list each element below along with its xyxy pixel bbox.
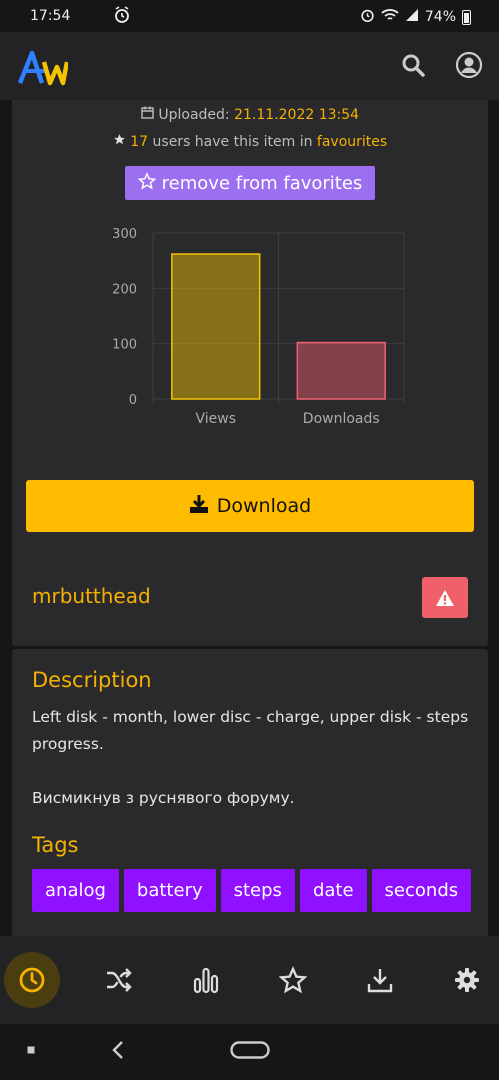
alarm-icon	[360, 7, 375, 27]
status-icons: 74%	[360, 7, 471, 27]
nav-downloads[interactable]	[352, 952, 408, 1008]
remove-favorite-label: remove from favorites	[161, 172, 363, 194]
chart-ytick-label: 300	[112, 227, 137, 242]
signal-icon	[405, 8, 419, 26]
star-icon	[279, 966, 307, 994]
download-icon	[189, 494, 209, 519]
report-button[interactable]	[422, 577, 468, 618]
description-line-2: Висмикнув з руснявого форуму.	[32, 789, 295, 807]
chart-bar-views	[171, 253, 261, 400]
chart-ytick-label: 100	[112, 338, 137, 353]
star-solid-icon	[113, 134, 130, 150]
status-bar: 17:54 74%	[0, 0, 499, 32]
star-outline-icon	[137, 171, 157, 195]
favourites-link[interactable]: favourites	[317, 134, 387, 150]
chart-bar-downloads	[296, 341, 386, 400]
search-icon[interactable]	[400, 52, 426, 78]
recents-icon[interactable]	[27, 1046, 35, 1054]
description-card: Description Left disk - month, lower dis…	[12, 649, 488, 936]
chart-ytick-label: 200	[112, 282, 137, 297]
chart-xtick-label: Downloads	[303, 411, 380, 427]
calendar-icon	[141, 106, 158, 123]
upload-info: Uploaded: 21.11.2022 13:54	[12, 106, 488, 123]
clock-icon	[19, 967, 45, 993]
user-circle-icon[interactable]	[455, 51, 483, 79]
bottom-nav	[0, 936, 499, 1024]
tag-analog[interactable]: analog	[32, 869, 119, 912]
nav-clock[interactable]	[4, 952, 60, 1008]
uploaded-date: 21.11.2022 13:54	[234, 107, 360, 123]
nav-settings[interactable]	[439, 952, 495, 1008]
tag-steps[interactable]: steps	[220, 869, 295, 912]
download-label: Download	[216, 495, 312, 517]
battery-percent: 74%	[424, 9, 456, 25]
favourites-info: 17 users have this item in favourites	[12, 133, 488, 150]
download-button[interactable]: Download	[26, 480, 474, 532]
tag-date[interactable]: date	[299, 869, 367, 912]
remove-favorite-button[interactable]: remove from favorites	[125, 166, 375, 200]
alarm-snooze-icon	[114, 6, 130, 28]
back-icon[interactable]	[111, 1040, 125, 1060]
nav-shuffle[interactable]	[91, 952, 147, 1008]
app-logo[interactable]	[18, 50, 68, 86]
warning-icon	[436, 589, 454, 606]
gear-icon	[455, 968, 479, 992]
tag-seconds[interactable]: seconds	[371, 869, 472, 912]
nav-stats[interactable]	[178, 952, 234, 1008]
uploaded-label: Uploaded:	[158, 107, 230, 123]
description-line-1: Left disk - month, lower disc - charge, …	[32, 708, 469, 753]
tags-list: analog battery steps date seconds	[32, 869, 472, 912]
chart-xtick-label: Views	[195, 411, 236, 427]
status-time: 17:54	[30, 8, 71, 24]
stats-icon	[193, 967, 219, 994]
description-text: Left disk - month, lower disc - charge, …	[32, 704, 472, 812]
tags-title: Tags	[32, 833, 79, 857]
favourites-text: users have this item in	[152, 134, 313, 150]
battery-icon	[462, 9, 471, 25]
wifi-icon	[381, 8, 399, 26]
system-nav-bar	[0, 1024, 499, 1080]
content-area[interactable]: Uploaded: 21.11.2022 13:54 17 users have…	[0, 100, 499, 936]
author-card: mrbutthead	[12, 557, 488, 637]
download-icon	[367, 969, 393, 993]
tag-battery[interactable]: battery	[123, 869, 216, 912]
nav-favorites[interactable]	[265, 952, 321, 1008]
author-name[interactable]: mrbutthead	[32, 584, 151, 608]
stats-bar-chart: 0 100 200 300 Views Downloads	[112, 227, 405, 427]
app-bar	[0, 32, 499, 100]
shuffle-icon	[107, 968, 132, 992]
home-icon[interactable]	[230, 1041, 270, 1059]
description-title: Description	[32, 668, 152, 692]
favourites-count: 17	[130, 134, 149, 150]
chart-ytick-label: 0	[129, 393, 137, 408]
